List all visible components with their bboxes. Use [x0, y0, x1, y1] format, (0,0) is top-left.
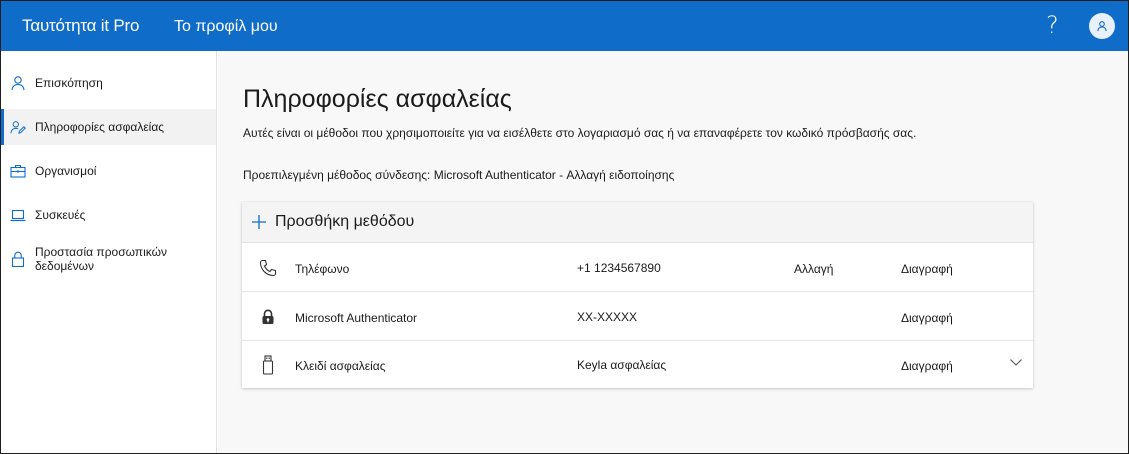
- method-name: Τηλέφωνο: [295, 262, 350, 276]
- sidebar-item-label: Πληροφορίες ασφαλείας: [35, 120, 165, 134]
- chevron-down-icon[interactable]: [1009, 355, 1023, 369]
- sidebar-item-overview[interactable]: Επισκόπηση: [1, 65, 216, 101]
- my-profile-link[interactable]: Το προφίλ μου: [174, 18, 278, 36]
- method-value: Keyla ασφαλείας: [577, 358, 667, 372]
- person-icon: [10, 75, 26, 91]
- delete-link[interactable]: Διαγραφή: [901, 262, 953, 276]
- method-row-phone: Τηλέφωνο +1 1234567890 Αλλαγή Διαγραφή: [242, 244, 1033, 292]
- plus-icon: [252, 215, 266, 229]
- add-method-button[interactable]: Προσθήκη μεθόδου: [242, 202, 1033, 243]
- sidebar-item-label: Επισκόπηση: [35, 76, 103, 90]
- briefcase-icon: [10, 163, 26, 179]
- help-icon[interactable]: ?: [1046, 11, 1059, 39]
- delete-link[interactable]: Διαγραφή: [901, 311, 953, 325]
- lock-icon: [10, 251, 26, 267]
- top-bar: Ταυτότητα it Pro Το προφίλ μου ?: [1, 1, 1128, 51]
- sidebar-item-label: Οργανισμοί: [35, 164, 97, 178]
- method-name: Κλειδί ασφαλείας: [295, 359, 386, 373]
- main-content: Πληροφορίες ασφαλείας Αυτές είναι οι μέθ…: [218, 51, 1128, 453]
- sidebar: Επισκόπηση Πληροφορίες ασφαλείας Οργανισ…: [1, 51, 217, 453]
- add-method-label: Προσθήκη μεθόδου: [275, 213, 415, 230]
- authenticator-lock-icon: [258, 307, 278, 327]
- page-description: Αυτές είναι οι μέθοδοι που χρησιμοποιείτ…: [243, 126, 917, 140]
- methods-card: Προσθήκη μεθόδου Τηλέφωνο +1 1234567890 …: [242, 202, 1033, 388]
- default-signin-method[interactable]: Προεπιλεγμένη μέθοδος σύνδεσης: Microsof…: [243, 168, 674, 182]
- sidebar-item-label: Προστασία προσωπικών δεδομένων: [35, 245, 167, 273]
- sidebar-item-security-info[interactable]: Πληροφορίες ασφαλείας: [1, 109, 216, 145]
- method-value: +1 1234567890: [577, 261, 661, 275]
- usb-key-icon: [258, 355, 278, 375]
- brand-title[interactable]: Ταυτότητα it Pro: [22, 16, 139, 36]
- phone-icon: [258, 258, 278, 278]
- method-value: XX-XXXXX: [577, 310, 638, 324]
- sidebar-item-label: Συσκευές: [35, 208, 86, 222]
- method-row-authenticator: Microsoft Authenticator XX-XXXXX Διαγραφ…: [242, 293, 1033, 341]
- laptop-icon: [10, 207, 26, 223]
- person-icon: [1097, 21, 1107, 32]
- person-edit-icon: [10, 119, 26, 135]
- avatar[interactable]: [1089, 13, 1115, 39]
- change-link[interactable]: Αλλαγή: [794, 262, 833, 276]
- sidebar-item-organizations[interactable]: Οργανισμοί: [1, 153, 216, 189]
- page-title: Πληροφορίες ασφαλείας: [243, 85, 512, 113]
- method-row-security-key: Κλειδί ασφαλείας Keyla ασφαλείας Διαγραφ…: [242, 341, 1033, 389]
- sidebar-item-privacy[interactable]: Προστασία προσωπικών δεδομένων: [1, 241, 216, 277]
- sidebar-item-devices[interactable]: Συσκευές: [1, 197, 216, 233]
- delete-link[interactable]: Διαγραφή: [901, 359, 953, 373]
- method-name: Microsoft Authenticator: [295, 311, 418, 325]
